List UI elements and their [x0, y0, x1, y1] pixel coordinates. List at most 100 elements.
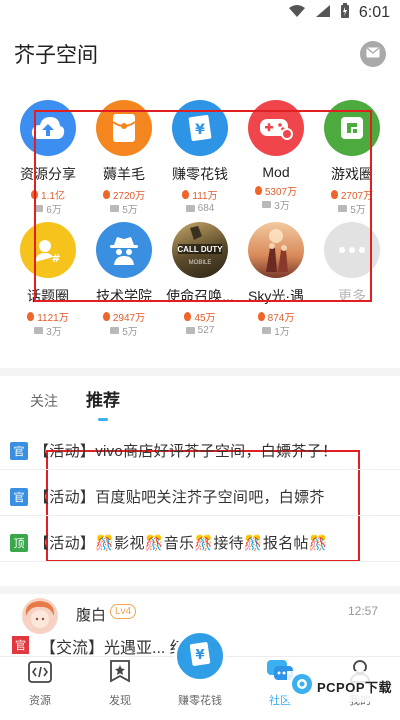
announcement-text: 【活动】百度贴吧关注芥子空间吧，白嫖芥 — [34, 489, 325, 506]
hot-count: 1.1亿 — [41, 190, 65, 202]
message-icon — [262, 200, 272, 208]
svg-text:MOBILE: MOBILE — [189, 260, 212, 266]
message-icon — [185, 204, 195, 212]
hot-count: 1121万 — [37, 312, 69, 324]
nav-resources[interactable]: 资源 — [0, 657, 80, 720]
official-badge: 官 — [10, 441, 28, 460]
circle-name: 使命召唤... — [166, 288, 234, 304]
flame-icon — [31, 189, 39, 199]
circle-name: 薅羊毛 — [103, 166, 145, 182]
nav-discover[interactable]: 发现 — [80, 657, 160, 720]
watermark: PCPOP下载 — [286, 671, 396, 702]
wifi-icon — [288, 4, 306, 23]
circle-name: Sky光·遇 — [248, 288, 304, 304]
flame-icon — [330, 189, 338, 199]
hot-count: 2707万 — [340, 190, 374, 202]
call-of-duty-icon: CALL DUTY MOBILE — [172, 222, 228, 278]
gamepad-icon — [248, 100, 304, 156]
message-icon — [338, 204, 348, 212]
post-count: 527 — [197, 324, 215, 336]
circle-name: 资源分享 — [20, 166, 76, 182]
flame-icon — [257, 311, 265, 321]
feed-tabs: 关注 推荐 — [30, 386, 120, 421]
post-count: 5万 — [122, 204, 138, 216]
watermark-text: PCPOP下载 — [316, 680, 392, 695]
post-count: 1万 — [274, 326, 290, 338]
earn-money-fab[interactable]: ¥ — [174, 630, 226, 682]
svg-text:¥: ¥ — [195, 122, 205, 138]
announcement-text: 【活动】🎊影视🎊音乐🎊接待🎊报名帖🎊 — [34, 535, 328, 552]
user-level-badge: Lv4 — [110, 604, 137, 619]
circle-name: 游戏圈 — [331, 166, 373, 182]
post-count: 5万 — [122, 326, 138, 338]
circle-item[interactable]: 技术学院 2947万 5万 — [86, 222, 162, 338]
pinned-badge: 顶 — [10, 533, 28, 552]
circle-name: 话题圈 — [27, 288, 69, 304]
hot-count: 2947万 — [112, 312, 146, 324]
pcpop-logo-icon — [291, 673, 313, 700]
flame-icon — [254, 185, 262, 195]
cloud-upload-icon — [20, 100, 76, 156]
money-icon: ¥ — [186, 640, 214, 673]
circle-item[interactable]: 资源分享 1.1亿 6万 — [10, 100, 86, 216]
mail-button[interactable] — [360, 41, 386, 67]
post-time: 12:57 — [347, 604, 378, 618]
code-icon — [28, 661, 52, 688]
announcement-row[interactable]: 官 【活动】vivo商店好评芥子空间，白嫖芥子！ — [0, 432, 400, 470]
circle-item[interactable]: 薅羊毛 2720万 5万 — [86, 100, 162, 216]
flame-icon — [27, 311, 35, 321]
post-count: 3万 — [274, 200, 290, 212]
hot-count: 45万 — [194, 312, 216, 324]
svg-text:¥: ¥ — [195, 648, 204, 663]
flame-icon — [182, 189, 190, 199]
message-icon — [185, 326, 195, 334]
announcement-row[interactable]: 顶 【活动】🎊影视🎊音乐🎊接待🎊报名帖🎊 — [0, 524, 400, 562]
post-count: 3万 — [46, 326, 62, 338]
hot-count: 874万 — [267, 312, 295, 324]
message-icon — [34, 326, 44, 334]
official-badge: 官 — [10, 487, 28, 506]
message-icon — [110, 204, 120, 212]
post-author[interactable]: 腹白 — [76, 604, 106, 625]
post-tag: 官 — [12, 636, 29, 654]
more-circles-button[interactable]: 更多 — [314, 222, 390, 336]
battery-icon — [340, 2, 350, 24]
circle-name: Mod — [262, 164, 290, 180]
nav-label: 发现 — [109, 695, 131, 707]
circle-item[interactable]: Sky光·遇 874万 1万 — [238, 222, 314, 338]
announcement-row[interactable]: 官 【活动】百度贴吧关注芥子空间吧，白嫖芥 — [0, 478, 400, 516]
hot-count: 111万 — [192, 190, 218, 202]
circle-item[interactable]: ¥ 赚零花钱 111万 684 — [162, 100, 238, 214]
signal-icon — [315, 4, 331, 23]
circle-item[interactable]: 游戏圈 2707万 5万 — [314, 100, 390, 216]
circle-item[interactable]: Mod 5307万 3万 — [238, 100, 314, 214]
tab-follow[interactable]: 关注 — [30, 391, 58, 411]
hot-count: 2720万 — [112, 190, 146, 202]
tab-recommend[interactable]: 推荐 — [86, 386, 120, 421]
circle-item[interactable]: # 话题圈 1121万 3万 — [10, 222, 86, 338]
svg-text:CALL DUTY: CALL DUTY — [177, 245, 223, 254]
message-icon — [34, 204, 44, 212]
announcement-text: 【活动】vivo商店好评芥子空间，白嫖芥子！ — [34, 443, 338, 460]
money-icon: ¥ — [172, 100, 228, 156]
red-envelope-icon — [96, 100, 152, 156]
spy-icon — [96, 222, 152, 278]
hot-count: 5307万 — [264, 186, 298, 198]
post-count: 684 — [197, 202, 215, 214]
message-icon — [110, 326, 120, 334]
post-count: 5万 — [350, 204, 366, 216]
flame-icon — [184, 311, 192, 321]
avatar[interactable] — [22, 598, 58, 634]
circle-name: 更多 — [338, 288, 366, 304]
nav-label: 赚零花钱 — [178, 695, 222, 707]
status-time: 6:01 — [358, 4, 390, 21]
section-divider — [0, 368, 400, 376]
message-icon — [262, 326, 272, 334]
user-level: 4 — [125, 606, 132, 617]
circle-item[interactable]: CALL DUTY MOBILE 使命召唤... 45万 527 — [162, 222, 238, 336]
post-count: 6万 — [46, 204, 62, 216]
more-icon — [324, 222, 380, 278]
nav-label: 资源 — [29, 695, 51, 707]
header: 芥子空间 — [0, 30, 400, 78]
mail-icon — [366, 45, 380, 63]
